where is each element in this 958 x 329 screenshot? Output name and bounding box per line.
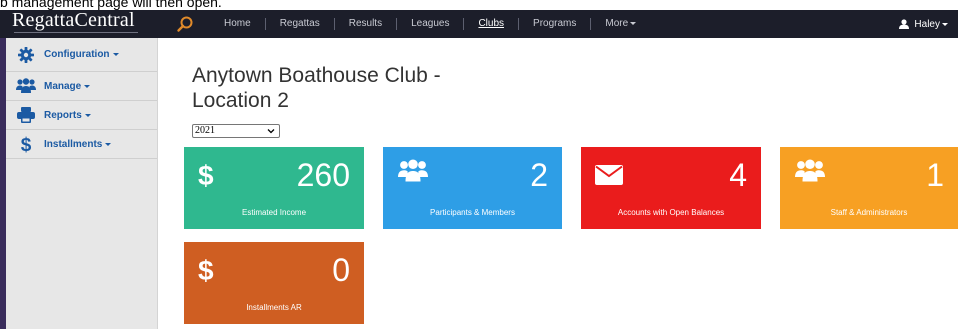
nav-clubs[interactable]: Clubs xyxy=(464,10,518,38)
sidebar-item-label: Configuration xyxy=(44,49,110,60)
sidebar-item-label: Reports xyxy=(44,109,82,121)
sidebar: Configuration Manage Reports $ Installme… xyxy=(6,38,158,329)
tile-label: Accounts with Open Balances xyxy=(617,208,725,217)
year-select[interactable]: 2021 xyxy=(192,124,280,138)
logo-underline xyxy=(14,32,138,33)
tile-label: Installments AR xyxy=(246,303,302,312)
nav-regattas[interactable]: Regattas xyxy=(266,10,334,38)
tile-value: 4 xyxy=(729,157,747,193)
top-navbar: RegattaCentral Home Regattas Results Lea… xyxy=(0,10,958,38)
users-icon xyxy=(398,159,428,182)
users-icon xyxy=(16,76,36,96)
sidebar-item-configuration[interactable]: Configuration xyxy=(6,38,157,72)
chevron-down-icon xyxy=(630,21,637,25)
chevron-down-icon xyxy=(105,142,112,146)
tile-value: 1 xyxy=(926,157,944,193)
tile-estimated-income[interactable]: $ 260 Estimated Income xyxy=(184,147,364,229)
nav-more-label: More xyxy=(605,18,629,29)
dollar-icon: $ xyxy=(198,255,214,286)
sidebar-item-label: Installments xyxy=(44,138,103,150)
users-icon xyxy=(795,159,825,182)
search-icon[interactable] xyxy=(176,15,194,33)
gear-icon xyxy=(16,45,36,65)
tile-open-balances[interactable]: 4 Accounts with Open Balances xyxy=(581,147,761,229)
tile-value: 0 xyxy=(332,252,350,288)
tile-installments-ar[interactable]: $ 0 Installments AR xyxy=(184,242,364,324)
user-menu[interactable]: Haley xyxy=(899,10,948,38)
nav-results[interactable]: Results xyxy=(335,10,396,38)
dollar-icon: $ xyxy=(16,134,36,154)
chevron-down-icon xyxy=(112,53,119,56)
tile-value: 260 xyxy=(296,157,350,193)
page-title: Anytown Boathouse Club - Location 2 xyxy=(192,63,612,113)
year-select-value: 2021 xyxy=(195,125,215,136)
tile-participants-members[interactable]: 2 Participants & Members xyxy=(383,147,562,229)
sidebar-item-label: Manage xyxy=(44,80,82,92)
tile-value: 2 xyxy=(530,157,548,193)
tile-staff-administrators[interactable]: 1 Staff & Administrators xyxy=(780,147,958,229)
tile-label: Staff & Administrators xyxy=(830,208,908,217)
chevron-down-icon xyxy=(84,113,91,117)
nav-programs[interactable]: Programs xyxy=(519,10,590,38)
sidebar-item-manage[interactable]: Manage xyxy=(6,72,157,101)
tile-label: Participants & Members xyxy=(430,208,515,217)
nav-more-dropdown[interactable]: More xyxy=(591,10,650,38)
sidebar-item-reports[interactable]: Reports xyxy=(6,101,157,130)
envelope-icon xyxy=(595,165,623,185)
main-content: Anytown Boathouse Club - Location 2 2021… xyxy=(158,38,958,329)
svg-text:$: $ xyxy=(21,135,32,154)
chevron-down-icon xyxy=(267,129,275,134)
instruction-caption: b management page will then open. xyxy=(0,0,958,10)
chevron-down-icon xyxy=(84,84,91,88)
brand-logo[interactable]: RegattaCentral xyxy=(12,10,135,38)
dollar-icon: $ xyxy=(198,160,214,191)
printer-icon xyxy=(16,105,36,125)
main-nav: Home Regattas Results Leagues Clubs Prog… xyxy=(210,10,650,38)
user-icon xyxy=(899,19,910,29)
page-title-line-2: Location 2 xyxy=(192,89,289,112)
chevron-down-icon xyxy=(942,22,948,26)
user-name: Haley xyxy=(914,18,940,30)
nav-home[interactable]: Home xyxy=(210,10,265,38)
sidebar-item-installments[interactable]: $ Installments xyxy=(6,130,157,159)
tile-label: Estimated Income xyxy=(241,208,307,217)
page-title-line-1: Anytown Boathouse Club - xyxy=(192,64,441,87)
nav-leagues[interactable]: Leagues xyxy=(397,10,463,38)
